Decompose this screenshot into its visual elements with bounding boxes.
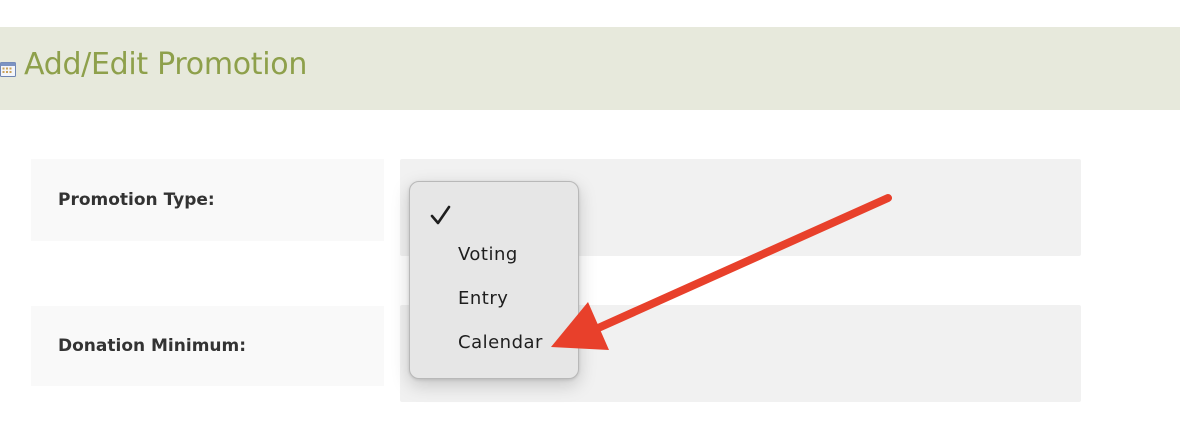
- dropdown-option-label: Voting: [458, 244, 518, 265]
- calendar-icon: [0, 62, 16, 77]
- dropdown-option-voting[interactable]: Voting: [410, 235, 578, 275]
- promotion-type-label: Promotion Type:: [31, 159, 384, 241]
- page-title: Add/Edit Promotion: [24, 47, 308, 82]
- dropdown-option-calendar[interactable]: Calendar: [410, 323, 578, 363]
- dropdown-option-label: Calendar: [458, 332, 543, 353]
- donation-minimum-label: Donation Minimum:: [31, 306, 384, 386]
- dropdown-option-label: Entry: [458, 288, 509, 309]
- promotion-type-dropdown-menu[interactable]: Voting Entry Calendar: [409, 181, 579, 379]
- page: Add/Edit Promotion Promotion Type: Donat…: [0, 0, 1180, 448]
- dropdown-option-entry[interactable]: Entry: [410, 279, 578, 319]
- dropdown-option-blank[interactable]: [410, 195, 578, 235]
- checkmark-icon: [430, 205, 451, 225]
